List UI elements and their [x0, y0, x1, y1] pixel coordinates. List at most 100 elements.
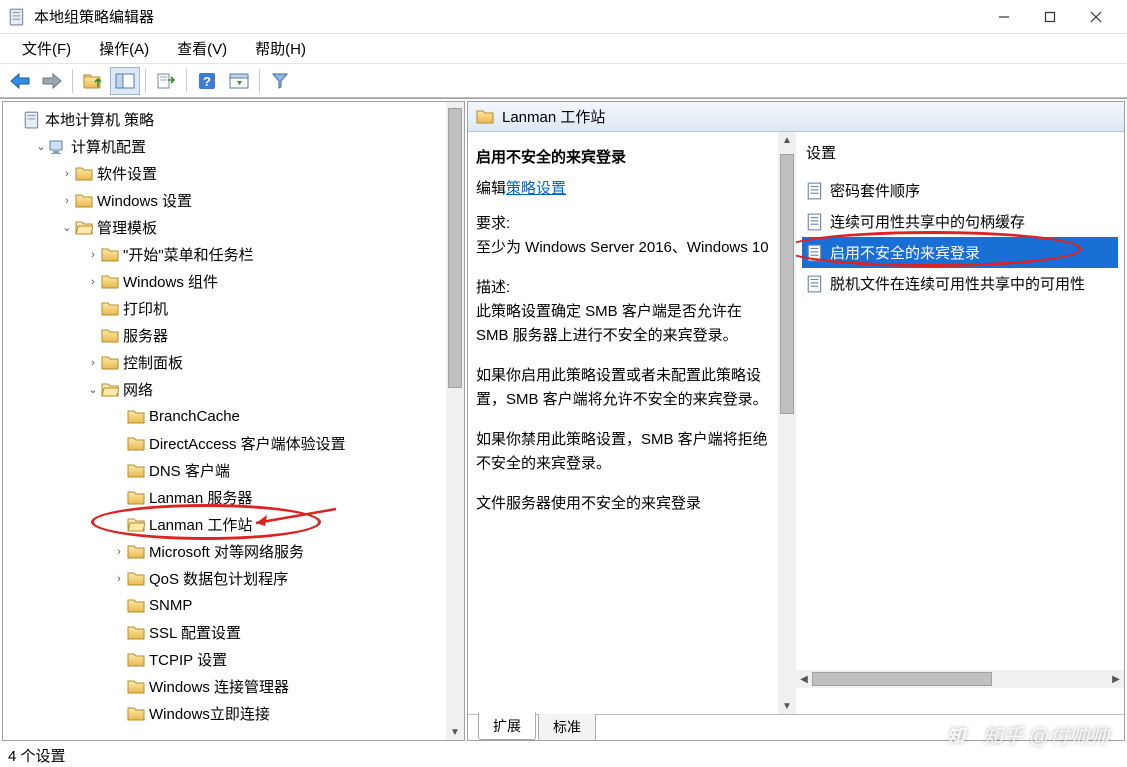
setting-label: 脱机文件在连续可用性共享中的可用性 — [830, 273, 1085, 294]
tree-servers[interactable]: 服务器 — [123, 325, 168, 346]
content-header: Lanman 工作站 — [468, 102, 1124, 132]
description-p1: 此策略设置确定 SMB 客户端是否允许在 SMB 服务器上进行不安全的来宾登录。 — [476, 303, 742, 344]
show-hide-tree-button[interactable] — [110, 67, 140, 95]
up-folder-button[interactable] — [78, 67, 108, 95]
folder-icon — [476, 110, 494, 124]
tree-admin-templates[interactable]: 管理模板 — [97, 217, 157, 238]
minimize-button[interactable] — [981, 1, 1027, 33]
tree-windows-components[interactable]: Windows 组件 — [123, 271, 218, 292]
tree-directaccess[interactable]: DirectAccess 客户端体验设置 — [149, 433, 346, 454]
properties-button[interactable] — [224, 67, 254, 95]
tree-toggle[interactable]: › — [85, 357, 101, 369]
tree-toggle[interactable]: › — [111, 573, 127, 585]
settings-list-pane: 设置 密码套件顺序 连续可用性共享中的句柄缓存 启用不安全的来宾登录 脱机文件在… — [796, 132, 1124, 714]
maximize-button[interactable] — [1027, 1, 1073, 33]
menu-view[interactable]: 查看(V) — [163, 34, 241, 63]
folder-icon — [127, 435, 145, 453]
tree-toggle[interactable]: › — [85, 249, 101, 261]
tab-extended[interactable]: 扩展 — [478, 712, 536, 740]
folder-icon — [127, 570, 145, 588]
policy-icon — [806, 244, 824, 262]
tree-dns-client[interactable]: DNS 客户端 — [149, 460, 230, 481]
computer-config-icon — [49, 138, 67, 156]
policy-icon — [806, 213, 824, 231]
tree-toggle[interactable]: › — [111, 546, 127, 558]
svg-text:?: ? — [203, 74, 211, 89]
back-button[interactable] — [5, 67, 35, 95]
description-p4: 文件服务器使用不安全的来宾登录 — [476, 492, 770, 516]
tree-toggle[interactable]: › — [59, 195, 75, 207]
tree-toggle[interactable]: ⌄ — [59, 221, 75, 234]
watermark-text: 知乎 @付帅帅 — [983, 720, 1109, 749]
settings-column-header[interactable]: 设置 — [802, 142, 1118, 163]
policy-icon — [806, 275, 824, 293]
tree-tcpip-settings[interactable]: TCPIP 设置 — [149, 649, 227, 670]
tree-vscrollbar[interactable]: ▲▼ — [446, 102, 464, 740]
setting-item[interactable]: 脱机文件在连续可用性共享中的可用性 — [802, 268, 1118, 299]
tree-branchcache[interactable]: BranchCache — [149, 408, 240, 425]
folder-icon — [127, 543, 145, 561]
tree-win-instant-connect[interactable]: Windows立即连接 — [149, 703, 270, 724]
tree-toggle[interactable]: › — [85, 276, 101, 288]
menu-bar: 文件(F) 操作(A) 查看(V) 帮助(H) — [0, 34, 1127, 64]
tree-toggle[interactable]: › — [59, 168, 75, 180]
tree-network[interactable]: 网络 — [123, 379, 153, 400]
tree-windows-settings[interactable]: Windows 设置 — [97, 190, 192, 211]
watermark: 知 知乎 @付帅帅 — [947, 720, 1109, 749]
window-title: 本地组策略编辑器 — [34, 6, 154, 27]
filter-button[interactable] — [265, 67, 295, 95]
tree-ssl-config[interactable]: SSL 配置设置 — [149, 622, 241, 643]
tree-root[interactable]: 本地计算机 策略 — [45, 109, 154, 130]
folder-open-icon — [127, 516, 145, 534]
detail-title: 启用不安全的来宾登录 — [476, 146, 770, 167]
tree-ms-p2p[interactable]: Microsoft 对等网络服务 — [149, 541, 304, 562]
tree-panel: 本地计算机 策略 ⌄ 计算机配置 › 软件设置 › W — [2, 101, 465, 741]
setting-item[interactable]: 连续可用性共享中的句柄缓存 — [802, 206, 1118, 237]
folder-open-icon — [75, 219, 93, 237]
settings-hscrollbar[interactable]: ◀▶ — [796, 670, 1124, 688]
forward-button[interactable] — [37, 67, 67, 95]
tree-qos[interactable]: QoS 数据包计划程序 — [149, 568, 288, 589]
tree-lanman-server[interactable]: Lanman 服务器 — [149, 487, 252, 508]
close-button[interactable] — [1073, 1, 1119, 33]
folder-icon — [75, 192, 93, 210]
tree-snmp[interactable]: SNMP — [149, 597, 192, 614]
export-list-button[interactable] — [151, 67, 181, 95]
folder-icon — [75, 165, 93, 183]
folder-icon — [127, 408, 145, 426]
tree-control-panel[interactable]: 控制面板 — [123, 352, 183, 373]
toolbar: ? — [0, 64, 1127, 98]
menu-help[interactable]: 帮助(H) — [241, 34, 320, 63]
help-button[interactable]: ? — [192, 67, 222, 95]
requirements-label: 要求: — [476, 215, 510, 232]
tree-computer-config[interactable]: 计算机配置 — [71, 136, 146, 157]
tree-toggle[interactable]: ⌄ — [33, 140, 49, 153]
setting-label: 密码套件顺序 — [830, 180, 920, 201]
folder-icon — [127, 462, 145, 480]
tree-start-menu[interactable]: "开始"菜单和任务栏 — [123, 244, 254, 265]
tree-lanman-workstation[interactable]: Lanman 工作站 — [149, 514, 252, 535]
folder-icon — [101, 354, 119, 372]
tree-toggle[interactable]: ⌄ — [85, 383, 101, 396]
folder-icon — [101, 300, 119, 318]
description-p3: 如果你禁用此策略设置，SMB 客户端将拒绝不安全的来宾登录。 — [476, 428, 770, 476]
tree-win-conn-mgr[interactable]: Windows 连接管理器 — [149, 676, 289, 697]
folder-icon — [127, 705, 145, 723]
menu-file[interactable]: 文件(F) — [8, 34, 85, 63]
folder-icon — [101, 327, 119, 345]
folder-open-icon — [101, 381, 119, 399]
tab-standard[interactable]: 标准 — [538, 714, 596, 741]
app-icon — [8, 8, 26, 26]
status-count: 4 个设置 — [8, 745, 66, 766]
detail-vscrollbar[interactable]: ▲▼ — [778, 132, 796, 714]
content-header-text: Lanman 工作站 — [502, 106, 605, 127]
policy-settings-link[interactable]: 策略设置 — [506, 180, 566, 197]
setting-item-selected[interactable]: 启用不安全的来宾登录 — [802, 237, 1118, 268]
setting-item[interactable]: 密码套件顺序 — [802, 175, 1118, 206]
requirements-text: 至少为 Windows Server 2016、Windows 10 — [476, 239, 769, 256]
tree-software-settings[interactable]: 软件设置 — [97, 163, 157, 184]
edit-label: 编辑 — [476, 180, 506, 197]
window-titlebar: 本地组策略编辑器 — [0, 0, 1127, 34]
menu-action[interactable]: 操作(A) — [85, 34, 163, 63]
tree-printers[interactable]: 打印机 — [123, 298, 168, 319]
